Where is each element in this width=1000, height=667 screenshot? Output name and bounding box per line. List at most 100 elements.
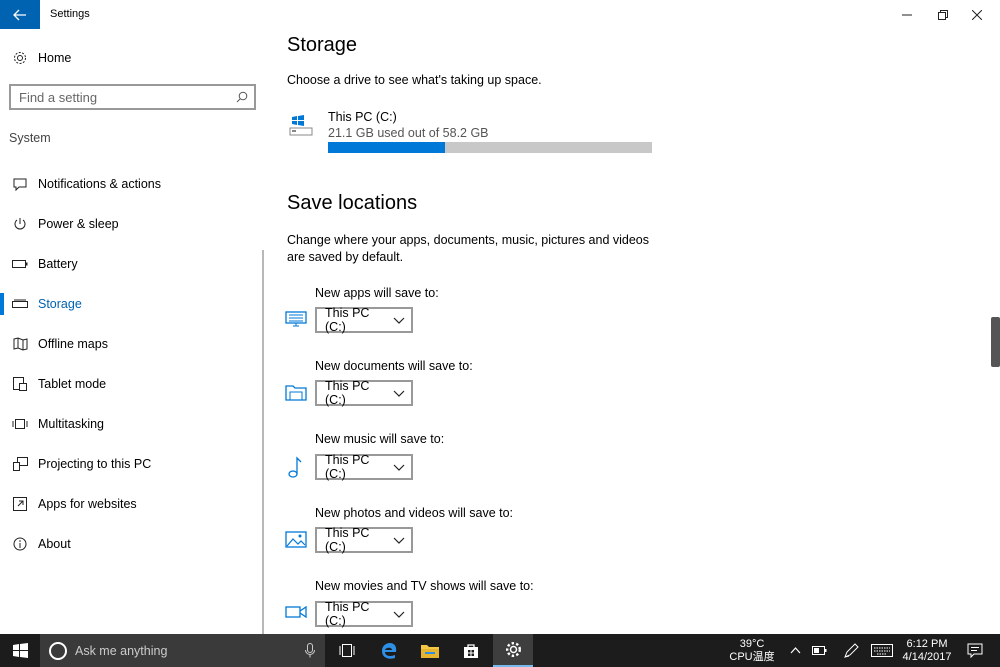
music-save-dropdown[interactable]: This PC (C:)	[315, 453, 413, 481]
show-hidden-icons-button[interactable]	[784, 634, 806, 667]
battery-icon	[0, 259, 38, 269]
page-title: Storage	[287, 34, 358, 56]
main-scrollbar[interactable]	[991, 317, 1000, 367]
drive-name[interactable]: This PC (C:)	[328, 110, 397, 124]
start-button[interactable]	[0, 634, 40, 667]
pen-workspace-button[interactable]	[840, 634, 862, 667]
movies-save-dropdown[interactable]: This PC (C:)	[315, 600, 413, 628]
sidebar-item-label: Storage	[38, 297, 82, 311]
drive-usage-text: 21.1 GB used out of 58.2 GB	[328, 126, 489, 140]
chevron-down-icon	[393, 537, 405, 544]
sidebar-item-label: Apps for websites	[38, 497, 137, 511]
dropdown-value: This PC (C:)	[325, 600, 370, 628]
save-location-label: New music will save to:	[315, 432, 445, 446]
sidebar-item-multitasking[interactable]: Multitasking	[0, 404, 262, 444]
action-center-icon	[967, 643, 983, 658]
chevron-down-icon	[393, 390, 405, 397]
clock[interactable]: 6:12 PM 4/14/2017	[898, 634, 956, 667]
notification-icon	[0, 178, 38, 191]
keyboard-icon	[871, 644, 893, 657]
chevron-down-icon	[393, 611, 405, 618]
windows-logo-icon	[12, 643, 28, 658]
task-view-button[interactable]	[327, 634, 367, 667]
sidebar-item-power[interactable]: Power & sleep	[0, 204, 262, 244]
back-button[interactable]	[0, 0, 40, 29]
window-title: Settings	[50, 8, 90, 20]
sidebar-item-storage[interactable]: Storage	[0, 284, 262, 324]
search-placeholder: Find a setting	[19, 89, 98, 105]
apps-websites-icon	[0, 497, 38, 511]
storage-description: Choose a drive to see what's taking up s…	[287, 73, 542, 87]
chevron-up-icon	[790, 647, 800, 654]
file-explorer-button[interactable]	[410, 634, 450, 667]
storage-icon	[0, 299, 38, 309]
store-button[interactable]	[451, 634, 491, 667]
edge-icon	[382, 642, 397, 659]
search-icon	[236, 91, 248, 103]
projecting-icon	[0, 457, 38, 471]
touch-keyboard-button[interactable]	[868, 634, 896, 667]
sidebar-item-tablet-mode[interactable]: Tablet mode	[0, 364, 262, 404]
sidebar-item-label: About	[38, 537, 71, 551]
store-icon	[464, 643, 478, 658]
drive-usage-fill	[328, 142, 446, 153]
cpu-temperature-value: 39°C	[739, 637, 765, 650]
folder-icon	[421, 645, 439, 658]
tablet-icon	[0, 377, 38, 391]
clock-date: 4/14/2017	[902, 650, 952, 663]
minimize-icon	[902, 14, 912, 15]
drive-usage-bar	[328, 142, 652, 153]
save-location-label: New apps will save to:	[315, 286, 439, 300]
power-icon	[0, 217, 38, 231]
sidebar-item-projecting[interactable]: Projecting to this PC	[0, 444, 262, 484]
gear-icon	[505, 641, 521, 658]
search-input[interactable]: Find a setting	[9, 84, 256, 110]
save-location-label: New photos and videos will save to:	[315, 506, 514, 520]
sidebar-item-notifications[interactable]: Notifications & actions	[0, 164, 262, 204]
info-icon	[0, 537, 38, 551]
taskbar: Ask me anything 39°C CPU温度 6:12 PM 4/14/…	[0, 634, 1000, 667]
photos-save-dropdown[interactable]: This PC (C:)	[315, 526, 413, 554]
map-icon	[0, 337, 38, 351]
monitor-icon	[285, 310, 307, 330]
microphone-icon[interactable]	[305, 643, 315, 658]
sidebar-home-label: Home	[38, 51, 72, 65]
sidebar-item-label: Offline maps	[38, 337, 108, 351]
cortana-placeholder: Ask me anything	[75, 643, 168, 658]
music-note-icon	[285, 456, 307, 478]
back-arrow-icon	[13, 9, 26, 20]
sidebar-home[interactable]: Home	[0, 38, 262, 78]
settings-taskbar-button[interactable]	[493, 634, 533, 667]
cortana-icon	[49, 641, 67, 660]
battery-tray-button[interactable]	[808, 634, 830, 667]
cortana-search[interactable]: Ask me anything	[40, 634, 325, 667]
cpu-temperature-label: CPU温度	[729, 650, 775, 663]
sidebar-item-about[interactable]: About	[0, 524, 262, 564]
cpu-temperature[interactable]: 39°C CPU温度	[724, 634, 780, 667]
documents-save-dropdown[interactable]: This PC (C:)	[315, 379, 413, 407]
dropdown-value: This PC (C:)	[325, 379, 370, 407]
sidebar-item-apps-websites[interactable]: Apps for websites	[0, 484, 262, 524]
sidebar-item-label: Power & sleep	[38, 217, 119, 231]
title-bar: Settings	[0, 0, 1000, 29]
multitasking-icon	[0, 418, 38, 430]
battery-icon	[811, 646, 826, 655]
close-button[interactable]	[954, 0, 1000, 29]
sidebar-item-label: Projecting to this PC	[38, 457, 152, 471]
apps-save-dropdown[interactable]: This PC (C:)	[315, 306, 413, 334]
edge-button[interactable]	[369, 634, 409, 667]
sidebar-item-label: Tablet mode	[38, 377, 107, 391]
folder-icon	[285, 383, 307, 403]
action-center-button[interactable]	[960, 634, 990, 667]
chevron-down-icon	[393, 317, 405, 324]
sidebar-item-label: Notifications & actions	[38, 177, 161, 191]
sidebar-item-label: Battery	[38, 257, 78, 271]
task-view-icon	[339, 644, 355, 657]
drive-icon[interactable]	[289, 115, 313, 137]
video-camera-icon	[285, 604, 307, 624]
sidebar-item-offline-maps[interactable]: Offline maps	[0, 324, 262, 364]
save-locations-description: Change where your apps, documents, music…	[287, 233, 649, 264]
sidebar-scrollbar[interactable]	[262, 250, 264, 634]
clock-time: 6:12 PM	[906, 637, 948, 650]
sidebar-item-battery[interactable]: Battery	[0, 244, 262, 284]
